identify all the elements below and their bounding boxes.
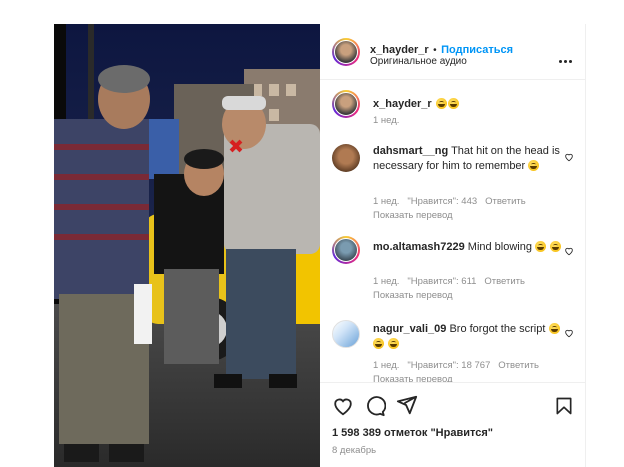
reply-button[interactable]: Ответить [485,196,526,207]
caption-username[interactable]: x_hayder_r [373,98,432,110]
grinning-emoji-icon [548,323,560,334]
comment-text: Mind blowing [467,241,532,253]
post-actions: 1 598 389 отметок "Нравится" 8 декабрь [320,382,586,463]
comment-likes[interactable]: "Нравится": 443 [407,196,477,207]
commenter-avatar[interactable] [332,144,360,172]
comment-time: 1 нед. [373,360,400,371]
comment-likes[interactable]: "Нравится": 611 [407,276,476,287]
comment-time: 1 нед. [373,196,400,207]
caption-avatar[interactable] [332,90,360,118]
caption-time: 1 нед. [373,115,400,126]
comment-heart-icon[interactable] [564,328,574,338]
grinning-emoji-icon [373,338,384,349]
commenter-avatar[interactable] [332,236,360,264]
heart-icon[interactable] [332,395,354,417]
likes-count[interactable]: 1 598 389 отметок "Нравится" [332,427,493,439]
post-video-frame [54,24,320,467]
grinning-emoji-icon [388,338,400,349]
comment-likes[interactable]: "Нравится": 18 767 [407,360,490,371]
show-translation-link[interactable]: Показать перевод [373,374,453,382]
show-translation-link[interactable]: Показать перевод [373,210,453,221]
comment-heart-icon[interactable] [564,152,574,162]
header-separator: • [433,45,437,56]
grinning-emoji-icon [535,241,547,252]
reply-button[interactable]: Ответить [498,360,539,371]
comment-username[interactable]: mo.altamash7229 [373,241,465,253]
comment-item: dahsmart__ng That hit on the head is nec… [320,144,586,224]
send-icon[interactable] [396,394,418,416]
more-options-icon[interactable] [557,50,572,68]
caption: x_hayder_r 1 нед. [320,90,586,134]
post-media[interactable] [54,24,320,467]
bookmark-icon[interactable] [554,395,574,417]
comment-text: Bro forgot the script [449,323,546,335]
commenter-avatar[interactable] [332,320,360,348]
post-sidebar: x_hayder_r • Подписаться Оригинальное ау… [320,24,586,467]
show-translation-link[interactable]: Показать перевод [373,290,453,301]
author-avatar[interactable] [332,38,360,66]
comment-heart-icon[interactable] [564,246,574,256]
grinning-emoji-icon [436,98,448,109]
comment-item: mo.altamash7229 Mind blowing 1 нед. "Нра… [320,236,586,316]
reply-button[interactable]: Ответить [484,276,525,287]
post-date: 8 декабрь [332,445,377,456]
comment-username[interactable]: nagur_vali_09 [373,323,446,335]
follow-button[interactable]: Подписаться [441,44,513,56]
comment-item: nagur_vali_09 Bro forgot the script 1 не… [320,318,586,382]
author-username[interactable]: x_hayder_r [370,44,429,56]
post-header: x_hayder_r • Подписаться Оригинальное ау… [320,24,586,80]
grinning-emoji-icon [528,160,540,171]
grinning-emoji-icon [448,98,460,109]
comment-username[interactable]: dahsmart__ng [373,145,448,157]
comment-time: 1 нед. [373,276,400,287]
grinning-emoji-icon [550,241,562,252]
comment-icon[interactable] [364,395,386,417]
audio-label[interactable]: Оригинальное аудио [370,56,467,67]
